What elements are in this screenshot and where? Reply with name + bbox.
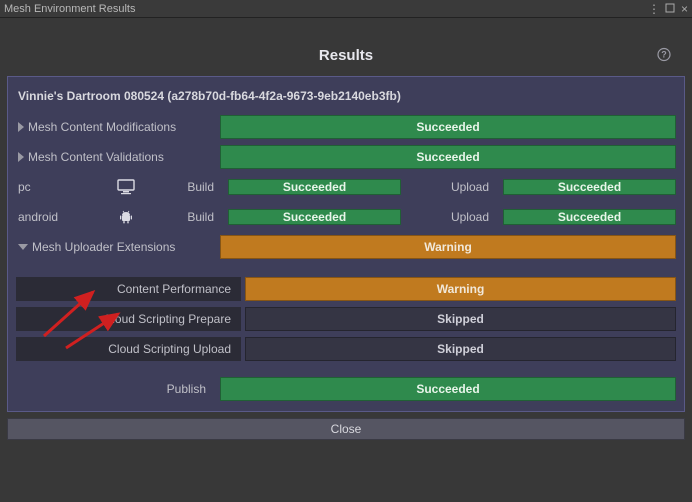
project-title: Vinnie's Dartroom 080524 (a278b70d-fb64-… [16,85,676,109]
status-android-upload: Succeeded [503,209,676,225]
label-cloud-prepare: Cloud Scripting Prepare [16,307,241,331]
row-modifications: Mesh Content Modifications Succeeded [16,115,676,139]
titlebar: Mesh Environment Results ⋮ × [0,0,692,18]
row-uploader-ext: Mesh Uploader Extensions Warning [16,235,676,259]
panel-outer: Results ? Vinnie's Dartroom 080524 (a278… [0,18,692,502]
row-content-performance: Content Performance Warning [16,277,676,301]
monitor-icon [108,179,144,195]
build-label: Build [148,210,224,224]
window-close-icon[interactable]: × [681,2,688,16]
status-cloud-upload: Skipped [245,337,676,361]
status-publish: Succeeded [220,377,676,401]
chevron-right-icon [18,152,24,162]
android-icon [108,209,144,225]
status-content-performance: Warning [245,277,676,301]
window-menu-icon[interactable]: ⋮ [648,2,659,16]
platform-row-android: android Build Succeeded Upload Succeeded [16,205,676,229]
chevron-down-icon [18,244,28,250]
results-box: Vinnie's Dartroom 080524 (a278b70d-fb64-… [7,76,685,412]
status-pc-build: Succeeded [228,179,401,195]
panel-header: Results ? [7,47,685,64]
window-root: Mesh Environment Results ⋮ × Results ? V… [0,0,692,502]
status-android-build: Succeeded [228,209,401,225]
row-uploader-ext-label: Mesh Uploader Extensions [32,240,175,254]
close-button[interactable]: Close [7,418,685,440]
build-label: Build [148,180,224,194]
platform-name-android: android [16,210,104,224]
row-validations: Mesh Content Validations Succeeded [16,145,676,169]
row-modifications-toggle[interactable]: Mesh Content Modifications [16,115,216,139]
status-cloud-prepare: Skipped [245,307,676,331]
status-validations: Succeeded [220,145,676,169]
status-modifications: Succeeded [220,115,676,139]
platform-row-pc: pc Build Succeeded Upload Succeeded [16,175,676,199]
label-publish: Publish [16,377,216,401]
row-validations-toggle[interactable]: Mesh Content Validations [16,145,216,169]
spacer [16,265,676,271]
row-modifications-label: Mesh Content Modifications [28,120,176,134]
window-maximize-icon[interactable] [665,2,675,16]
window-title: Mesh Environment Results [4,3,648,15]
row-validations-label: Mesh Content Validations [28,150,164,164]
status-pc-upload: Succeeded [503,179,676,195]
row-cloud-upload: Cloud Scripting Upload Skipped [16,337,676,361]
window-controls: ⋮ × [648,2,688,16]
label-cloud-upload: Cloud Scripting Upload [16,337,241,361]
row-publish: Publish Succeeded [16,377,676,401]
spacer [16,367,676,371]
upload-label: Upload [409,180,499,194]
help-icon[interactable]: ? [657,47,671,64]
row-cloud-prepare: Cloud Scripting Prepare Skipped [16,307,676,331]
row-uploader-ext-toggle[interactable]: Mesh Uploader Extensions [16,235,216,259]
svg-text:?: ? [661,49,667,59]
status-uploader-ext: Warning [220,235,676,259]
label-content-performance: Content Performance [16,277,241,301]
platform-name-pc: pc [16,180,104,194]
panel-title: Results [319,47,373,64]
chevron-right-icon [18,122,24,132]
upload-label: Upload [409,210,499,224]
